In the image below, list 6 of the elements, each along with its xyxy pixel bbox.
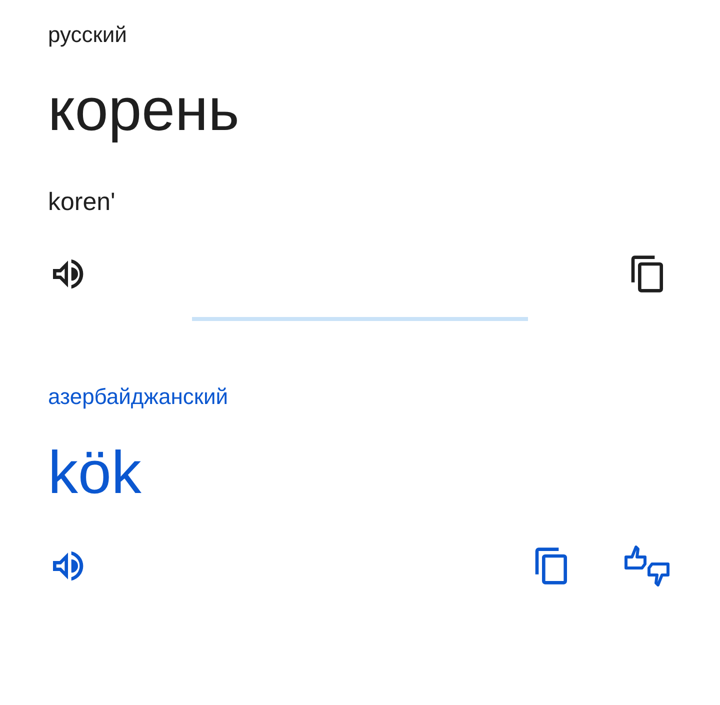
transliteration-text: koren' <box>48 188 116 216</box>
translation-text: kök <box>48 439 142 506</box>
source-language-label: русский <box>48 22 127 47</box>
rate-translation-icon[interactable] <box>622 543 672 589</box>
source-text: корень <box>48 76 240 143</box>
target-language-label: азербайджанский <box>48 384 228 409</box>
